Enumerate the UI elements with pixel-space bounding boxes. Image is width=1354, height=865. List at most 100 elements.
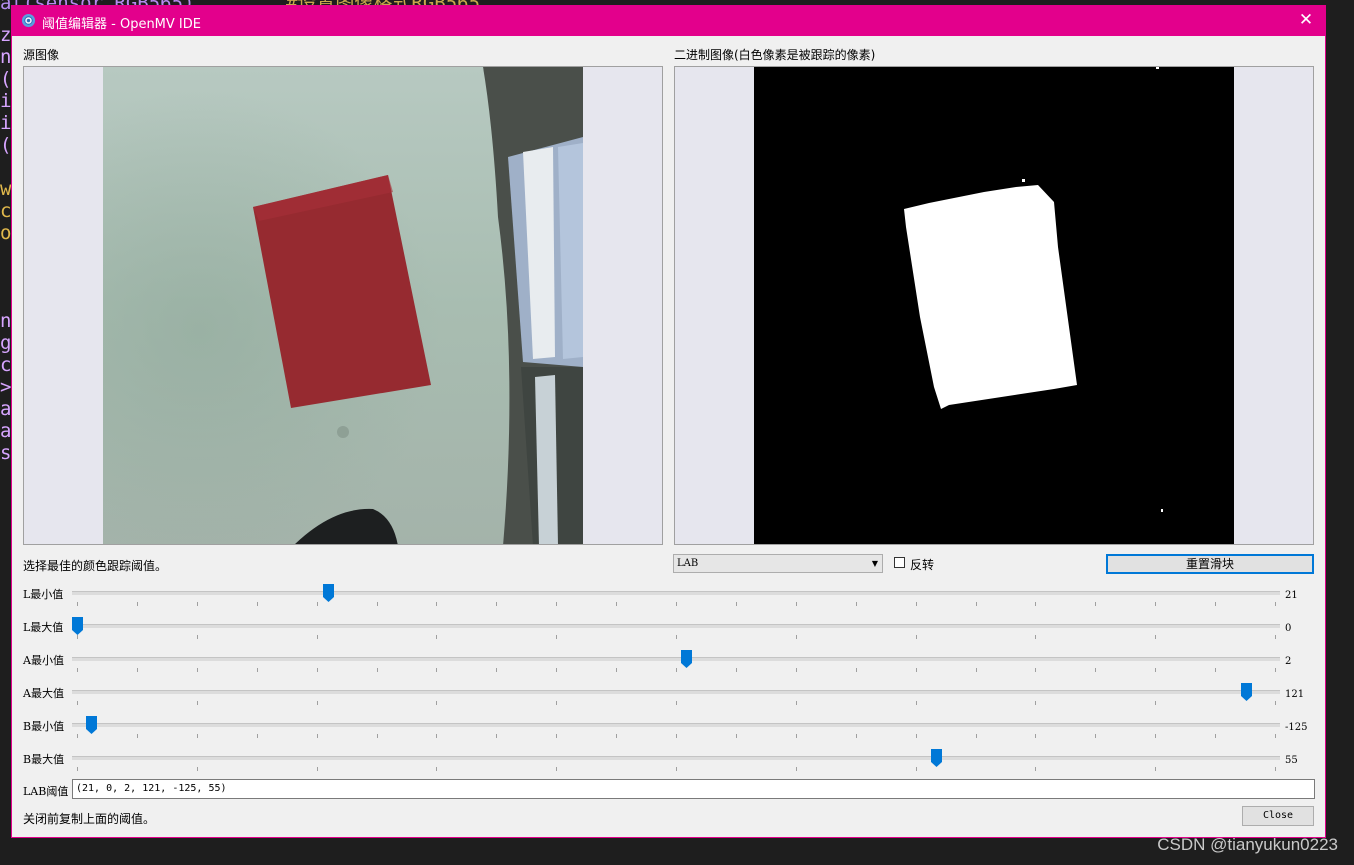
code-fragment: o bbox=[0, 222, 12, 244]
footer-note: 关闭前复制上面的阈值。 bbox=[23, 812, 156, 826]
slider-tick bbox=[676, 734, 677, 738]
slider-handle[interactable] bbox=[323, 584, 335, 602]
slider-handle[interactable] bbox=[1241, 683, 1253, 701]
slider-tick bbox=[676, 668, 677, 672]
reset-sliders-button[interactable]: 重置滑块 bbox=[1106, 554, 1314, 574]
slider-tick bbox=[77, 602, 78, 606]
slider-tick bbox=[616, 668, 618, 672]
slider-tick bbox=[436, 767, 438, 771]
threshold-label: LAB阈值 bbox=[23, 785, 69, 798]
slider-tick bbox=[316, 635, 318, 639]
code-fragment: i bbox=[0, 112, 12, 134]
slider-tick bbox=[1275, 668, 1276, 672]
slider-tick bbox=[316, 668, 318, 672]
slider-tick bbox=[496, 668, 498, 672]
slider-track[interactable] bbox=[72, 624, 1280, 628]
slider-tick bbox=[436, 602, 438, 606]
slider-tick bbox=[196, 701, 198, 705]
slider-handle[interactable] bbox=[680, 650, 692, 668]
binary-image-label: 二进制图像(白色像素是被跟踪的像素) bbox=[674, 48, 876, 62]
slider-label: L最小值 bbox=[23, 588, 64, 601]
slider-tick bbox=[196, 734, 198, 738]
slider-tick bbox=[975, 734, 977, 738]
slider-tick bbox=[616, 602, 618, 606]
slider-handle[interactable] bbox=[71, 617, 83, 635]
code-fragment: z bbox=[0, 24, 12, 46]
slider-track[interactable] bbox=[72, 723, 1280, 727]
slider-tick bbox=[556, 734, 558, 738]
slider-tick bbox=[1215, 668, 1217, 672]
openmv-app-icon bbox=[21, 13, 36, 28]
slider-tick bbox=[1155, 701, 1157, 705]
binary-threshold-image bbox=[754, 67, 1234, 544]
slider-tick bbox=[316, 734, 318, 738]
watermark: CSDN @tianyukun0223 bbox=[1157, 835, 1338, 854]
slider-tick bbox=[735, 668, 737, 672]
threshold-editor-dialog: 阈值编辑器 - OpenMV IDE ✕ 源图像 二进制图像(白色像素是被跟踪的… bbox=[11, 5, 1326, 838]
invert-checkbox[interactable] bbox=[894, 557, 905, 568]
close-button[interactable]: Close bbox=[1242, 806, 1314, 826]
slider-tick bbox=[795, 668, 797, 672]
slider-tick bbox=[376, 668, 378, 672]
slider-track[interactable] bbox=[72, 756, 1280, 760]
slider-tick bbox=[496, 734, 498, 738]
code-fragment: a bbox=[0, 420, 12, 442]
slider-value: 0 bbox=[1285, 623, 1292, 634]
slider-row: B最大值 55 bbox=[12, 747, 1325, 780]
slider-tick bbox=[376, 602, 378, 606]
slider-tick bbox=[316, 701, 318, 705]
slider-tick bbox=[1155, 767, 1157, 771]
slider-tick bbox=[1035, 767, 1037, 771]
slider-tick bbox=[1275, 701, 1276, 705]
title-bar: 阈值编辑器 - OpenMV IDE ✕ bbox=[12, 6, 1325, 36]
slider-handle[interactable] bbox=[930, 749, 942, 767]
slider-row: A最小值 2 bbox=[12, 648, 1325, 681]
slider-tick bbox=[1035, 734, 1037, 738]
slider-tick bbox=[676, 635, 677, 639]
slider-track[interactable] bbox=[72, 690, 1280, 694]
slider-tick bbox=[795, 767, 797, 771]
slider-tick bbox=[1095, 602, 1097, 606]
slider-tick bbox=[676, 602, 677, 606]
slider-value: -125 bbox=[1285, 722, 1308, 733]
slider-tick bbox=[735, 602, 737, 606]
slider-tick bbox=[735, 734, 737, 738]
slider-tick bbox=[915, 701, 917, 705]
slider-tick bbox=[556, 602, 558, 606]
slider-track[interactable] bbox=[72, 657, 1280, 661]
threshold-value-field[interactable]: (21, 0, 2, 121, -125, 55) bbox=[72, 779, 1315, 799]
code-fragment: s bbox=[0, 442, 12, 464]
slider-label: A最小值 bbox=[23, 654, 64, 667]
slider-tick bbox=[256, 734, 258, 738]
slider-tick bbox=[795, 701, 797, 705]
slider-tick bbox=[556, 701, 558, 705]
slider-tick bbox=[1275, 602, 1276, 606]
slider-tick bbox=[1215, 602, 1217, 606]
slider-track[interactable] bbox=[72, 591, 1280, 595]
close-icon[interactable]: ✕ bbox=[1295, 9, 1317, 31]
slider-handle[interactable] bbox=[86, 716, 98, 734]
slider-row: L最小值 21 bbox=[12, 582, 1325, 615]
binary-image-view bbox=[674, 66, 1314, 545]
slider-tick bbox=[196, 602, 198, 606]
slider-label: B最小值 bbox=[23, 720, 65, 733]
slider-tick bbox=[1155, 734, 1157, 738]
slider-tick bbox=[1035, 668, 1037, 672]
slider-tick bbox=[915, 635, 917, 639]
slider-row: L最大值 0 bbox=[12, 615, 1325, 648]
hint-text: 选择最佳的颜色跟踪阈值。 bbox=[23, 559, 168, 573]
slider-tick bbox=[975, 668, 977, 672]
slider-tick bbox=[196, 635, 198, 639]
slider-tick bbox=[1035, 635, 1037, 639]
window-title: 阈值编辑器 - OpenMV IDE bbox=[42, 17, 201, 32]
slider-tick bbox=[256, 668, 258, 672]
slider-row: B最小值 -125 bbox=[12, 714, 1325, 747]
code-fragment: n bbox=[0, 46, 12, 68]
slider-tick bbox=[915, 602, 917, 606]
slider-tick bbox=[1095, 734, 1097, 738]
slider-tick bbox=[1275, 767, 1276, 771]
slider-tick bbox=[855, 668, 857, 672]
slider-tick bbox=[795, 734, 797, 738]
slider-tick bbox=[556, 668, 558, 672]
color-space-select[interactable]: LAB ▼ bbox=[673, 554, 883, 573]
